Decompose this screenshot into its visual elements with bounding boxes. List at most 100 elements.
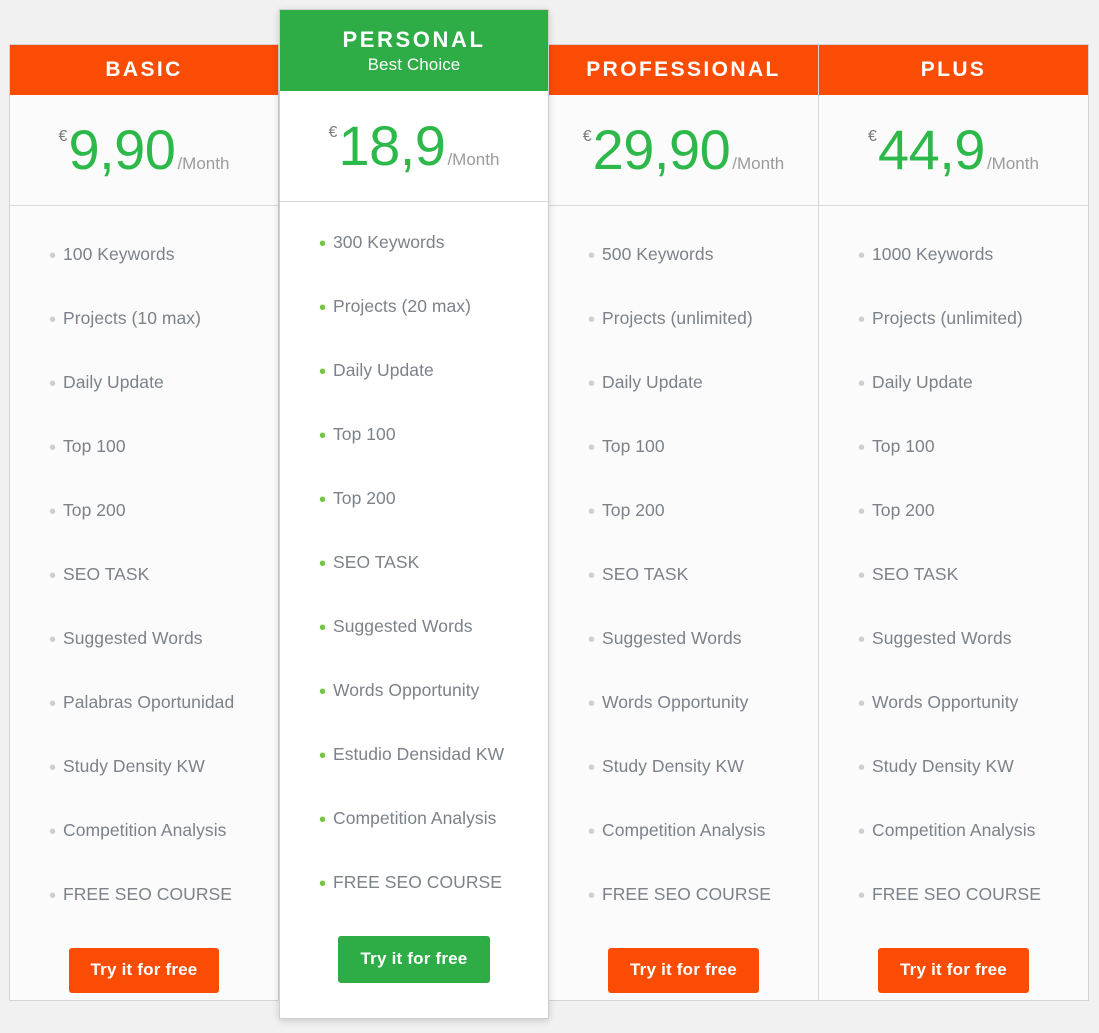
feature-label: Suggested Words [602,628,742,648]
list-item: • Daily Update [819,372,1088,436]
feature-label: Palabras Oportunidad [63,692,235,712]
feature-label: Daily Update [602,372,703,392]
list-item: • Top 100 [819,436,1088,500]
feature-label: Suggested Words [63,628,203,648]
list-item: • 300 Keywords [280,232,548,296]
feature-label: Projects (10 max) [63,308,201,328]
feature-label: Suggested Words [333,616,473,636]
plan-title: BASIC [105,58,183,82]
list-item: • FREE SEO COURSE [549,884,818,948]
feature-label: Projects (unlimited) [602,308,753,328]
plan-title: PLUS [920,58,987,82]
list-item: • Study Density KW [10,756,278,820]
bullet-icon: • [319,553,327,575]
bullet-icon: • [319,617,327,639]
bullet-icon: • [49,821,57,843]
bullet-icon: • [49,757,57,779]
bullet-icon: • [319,361,327,383]
bullet-icon: • [858,885,866,907]
list-item: • Daily Update [10,372,278,436]
list-item: • Projects (10 max) [10,308,278,372]
plan-card-personal[interactable]: PERSONAL Best Choice € 18,9 /Month • 300 … [279,9,549,1019]
feature-label: 1000 Keywords [872,244,994,264]
list-item: • Top 100 [10,436,278,500]
plan-price-personal: € 18,9 /Month [280,91,548,202]
feature-label: Competition Analysis [333,808,497,828]
bullet-icon: • [49,437,57,459]
list-item: • Daily Update [549,372,818,436]
try-it-for-free-button[interactable]: Try it for free [337,936,491,983]
feature-label: 300 Keywords [333,232,445,252]
bullet-icon: • [588,373,596,395]
price-amount: 18,9 [338,114,446,177]
list-item: • Suggested Words [819,628,1088,692]
list-item: • 1000 Keywords [819,244,1088,308]
plan-card-plus[interactable]: PLUS € 44,9 /Month • 1000 Keywords • Proje… [819,44,1089,1001]
list-item: • Competition Analysis [10,820,278,884]
list-item: • Study Density KW [549,756,818,820]
list-item: • Top 200 [819,500,1088,564]
plan-card-professional[interactable]: PROFESSIONAL € 29,90 /Month • 500 Keyword… [549,44,819,1001]
feature-label: SEO TASK [63,564,150,584]
list-item: • SEO TASK [549,564,818,628]
plan-header-professional: PROFESSIONAL [549,45,818,95]
feature-label: Competition Analysis [602,820,766,840]
feature-label: Competition Analysis [63,820,227,840]
feature-label: Top 100 [333,424,396,444]
bullet-icon: • [588,501,596,523]
feature-label: FREE SEO COURSE [872,884,1041,904]
feature-label: Daily Update [63,372,164,392]
price-line: € 44,9 /Month [868,122,1039,178]
bullet-icon: • [319,745,327,767]
plan-card-basic[interactable]: BASIC € 9,90 /Month • 100 Keywords • Proje… [9,44,279,1001]
currency-symbol: € [582,128,592,145]
bullet-icon: • [858,437,866,459]
bullet-icon: • [49,501,57,523]
price-amount: 29,90 [592,118,731,181]
list-item: • Projects (unlimited) [549,308,818,372]
list-item: • Words Opportunity [819,692,1088,756]
feature-label: Top 100 [872,436,935,456]
list-item: • Projects (unlimited) [819,308,1088,372]
feature-label: Top 100 [63,436,126,456]
list-item: • Words Opportunity [549,692,818,756]
bullet-icon: • [588,885,596,907]
list-item: • Top 200 [10,500,278,564]
list-item: • Top 200 [549,500,818,564]
cta-wrapper: Try it for free [280,936,548,1033]
bullet-icon: • [319,425,327,447]
bullet-icon: • [588,309,596,331]
bullet-icon: • [858,309,866,331]
plan-title: PERSONAL [342,27,486,53]
list-item: • Top 200 [280,488,548,552]
bullet-icon: • [588,565,596,587]
bullet-icon: • [588,821,596,843]
feature-label: Study Density KW [602,756,744,776]
bullet-icon: • [858,373,866,395]
feature-label: Daily Update [333,360,434,380]
bullet-icon: • [588,693,596,715]
cta-wrapper: Try it for free [549,948,818,1033]
list-item: • Suggested Words [280,616,548,680]
bullet-icon: • [49,885,57,907]
try-it-for-free-button[interactable]: Try it for free [68,948,220,993]
list-item: • Top 100 [280,424,548,488]
try-it-for-free-button[interactable]: Try it for free [608,948,759,993]
plan-header-basic: BASIC [10,45,278,95]
cta-wrapper: Try it for free [819,948,1088,1033]
feature-label: 100 Keywords [63,244,175,264]
list-item: • FREE SEO COURSE [10,884,278,948]
bullet-icon: • [319,489,327,511]
bullet-icon: • [319,233,327,255]
try-it-for-free-button[interactable]: Try it for free [878,948,1029,993]
feature-label: FREE SEO COURSE [333,872,502,892]
feature-label: Top 200 [333,488,396,508]
list-item: • Projects (20 max) [280,296,548,360]
price-period: /Month [177,154,230,173]
list-item: • Suggested Words [549,628,818,692]
feature-list-professional: • 500 Keywords • Projects (unlimited) • Dai… [549,206,818,948]
bullet-icon: • [49,309,57,331]
price-line: € 29,90 /Month [583,122,785,178]
bullet-icon: • [858,821,866,843]
list-item: • SEO TASK [10,564,278,628]
